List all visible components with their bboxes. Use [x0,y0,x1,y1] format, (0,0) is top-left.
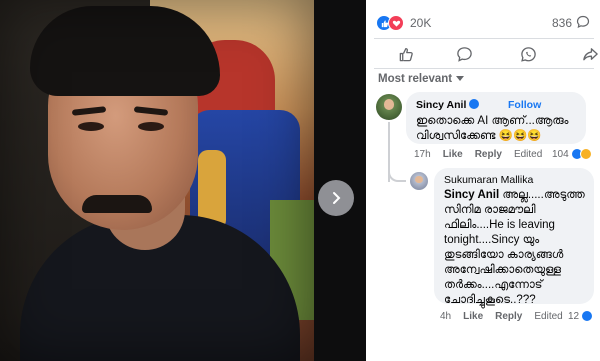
reply-time[interactable]: 4h [440,311,451,322]
caret-down-icon [456,76,465,81]
next-photo-button[interactable] [318,180,354,216]
haha-icon [579,148,592,160]
comment-button[interactable] [454,44,474,64]
verified-badge-icon [469,99,480,109]
comment-time[interactable]: 17h [414,149,431,160]
reaction-number: 12 [568,310,580,322]
reply-reply-button[interactable]: Reply [495,311,522,322]
avatar-face [415,175,423,183]
mention-link[interactable]: Sincy Anil [444,189,499,201]
love-icon [388,15,404,31]
whatsapp-icon [520,46,536,62]
divider [374,38,594,39]
author-name[interactable]: Sincy Anil [416,99,466,111]
post-actions [366,40,600,68]
comment-count-icon [576,15,590,29]
comment-like-button[interactable]: Like [443,149,463,160]
comment-count[interactable]: 836 [552,16,572,30]
reply-thread-curve [388,170,406,182]
reply-reaction-count[interactable]: 12 [568,310,594,322]
avatar[interactable] [376,94,402,120]
like-icon [581,310,594,322]
share-button[interactable] [580,44,600,64]
chevron-right-icon [333,192,341,204]
like-button[interactable] [396,44,416,64]
comment-icon [456,46,472,62]
whatsapp-share-button[interactable] [518,44,538,64]
follow-button[interactable]: Follow [508,99,541,111]
reaction-number: 104 [552,148,569,160]
sort-comments-dropdown[interactable]: Most relevant [378,73,465,85]
edited-label[interactable]: Edited [514,149,542,160]
comment-meta: 17h Like Reply Edited [414,149,554,160]
screenshot-stage: 20K 836 Most relevant Sincy Anil Follow … [0,0,600,361]
reply-author[interactable]: Sukumaran Mallika [444,174,533,186]
reply-text: Sincy Anil അല്ല.....അടുത്ത സിനിമ രാജമൗലി… [444,188,592,308]
comment-text: ഇതൊക്കെ AI ആണ്...ആരും വിശ്വസിക്കേണ്ട 😆😆😆 [416,115,569,142]
divider [374,68,594,69]
comment-author[interactable]: Sincy Anil [416,99,480,111]
post-photo[interactable] [0,0,314,361]
reaction-count[interactable]: 20K [410,16,431,30]
reply-meta: 4h Like Reply Edited [440,311,575,322]
reply-bubble: Sukumaran Mallika Sincy Anil അല്ല.....അട… [434,168,594,306]
comment-reply-button[interactable]: Reply [475,149,502,160]
avatar[interactable] [410,172,428,190]
edited-label[interactable]: Edited [534,311,562,322]
photo-vignette [0,0,314,361]
avatar-face [383,99,395,110]
reaction-icons [376,15,404,31]
like-icon [399,47,413,61]
comment-reaction-count[interactable]: 104 [552,148,592,160]
share-icon [582,47,598,60]
reply-like-button[interactable]: Like [463,311,483,322]
sort-label: Most relevant [378,73,453,85]
reply-body: അല്ല.....അടുത്ത സിനിമ രാജമൗലി ഫിലിം....H… [444,189,585,306]
comments-panel: 20K 836 Most relevant Sincy Anil Follow … [366,0,600,361]
reactions-summary[interactable]: 20K 836 [366,0,600,40]
comment-bubble: Sincy Anil Follow ഇതൊക്കെ AI ആണ്...ആരും … [406,92,586,144]
